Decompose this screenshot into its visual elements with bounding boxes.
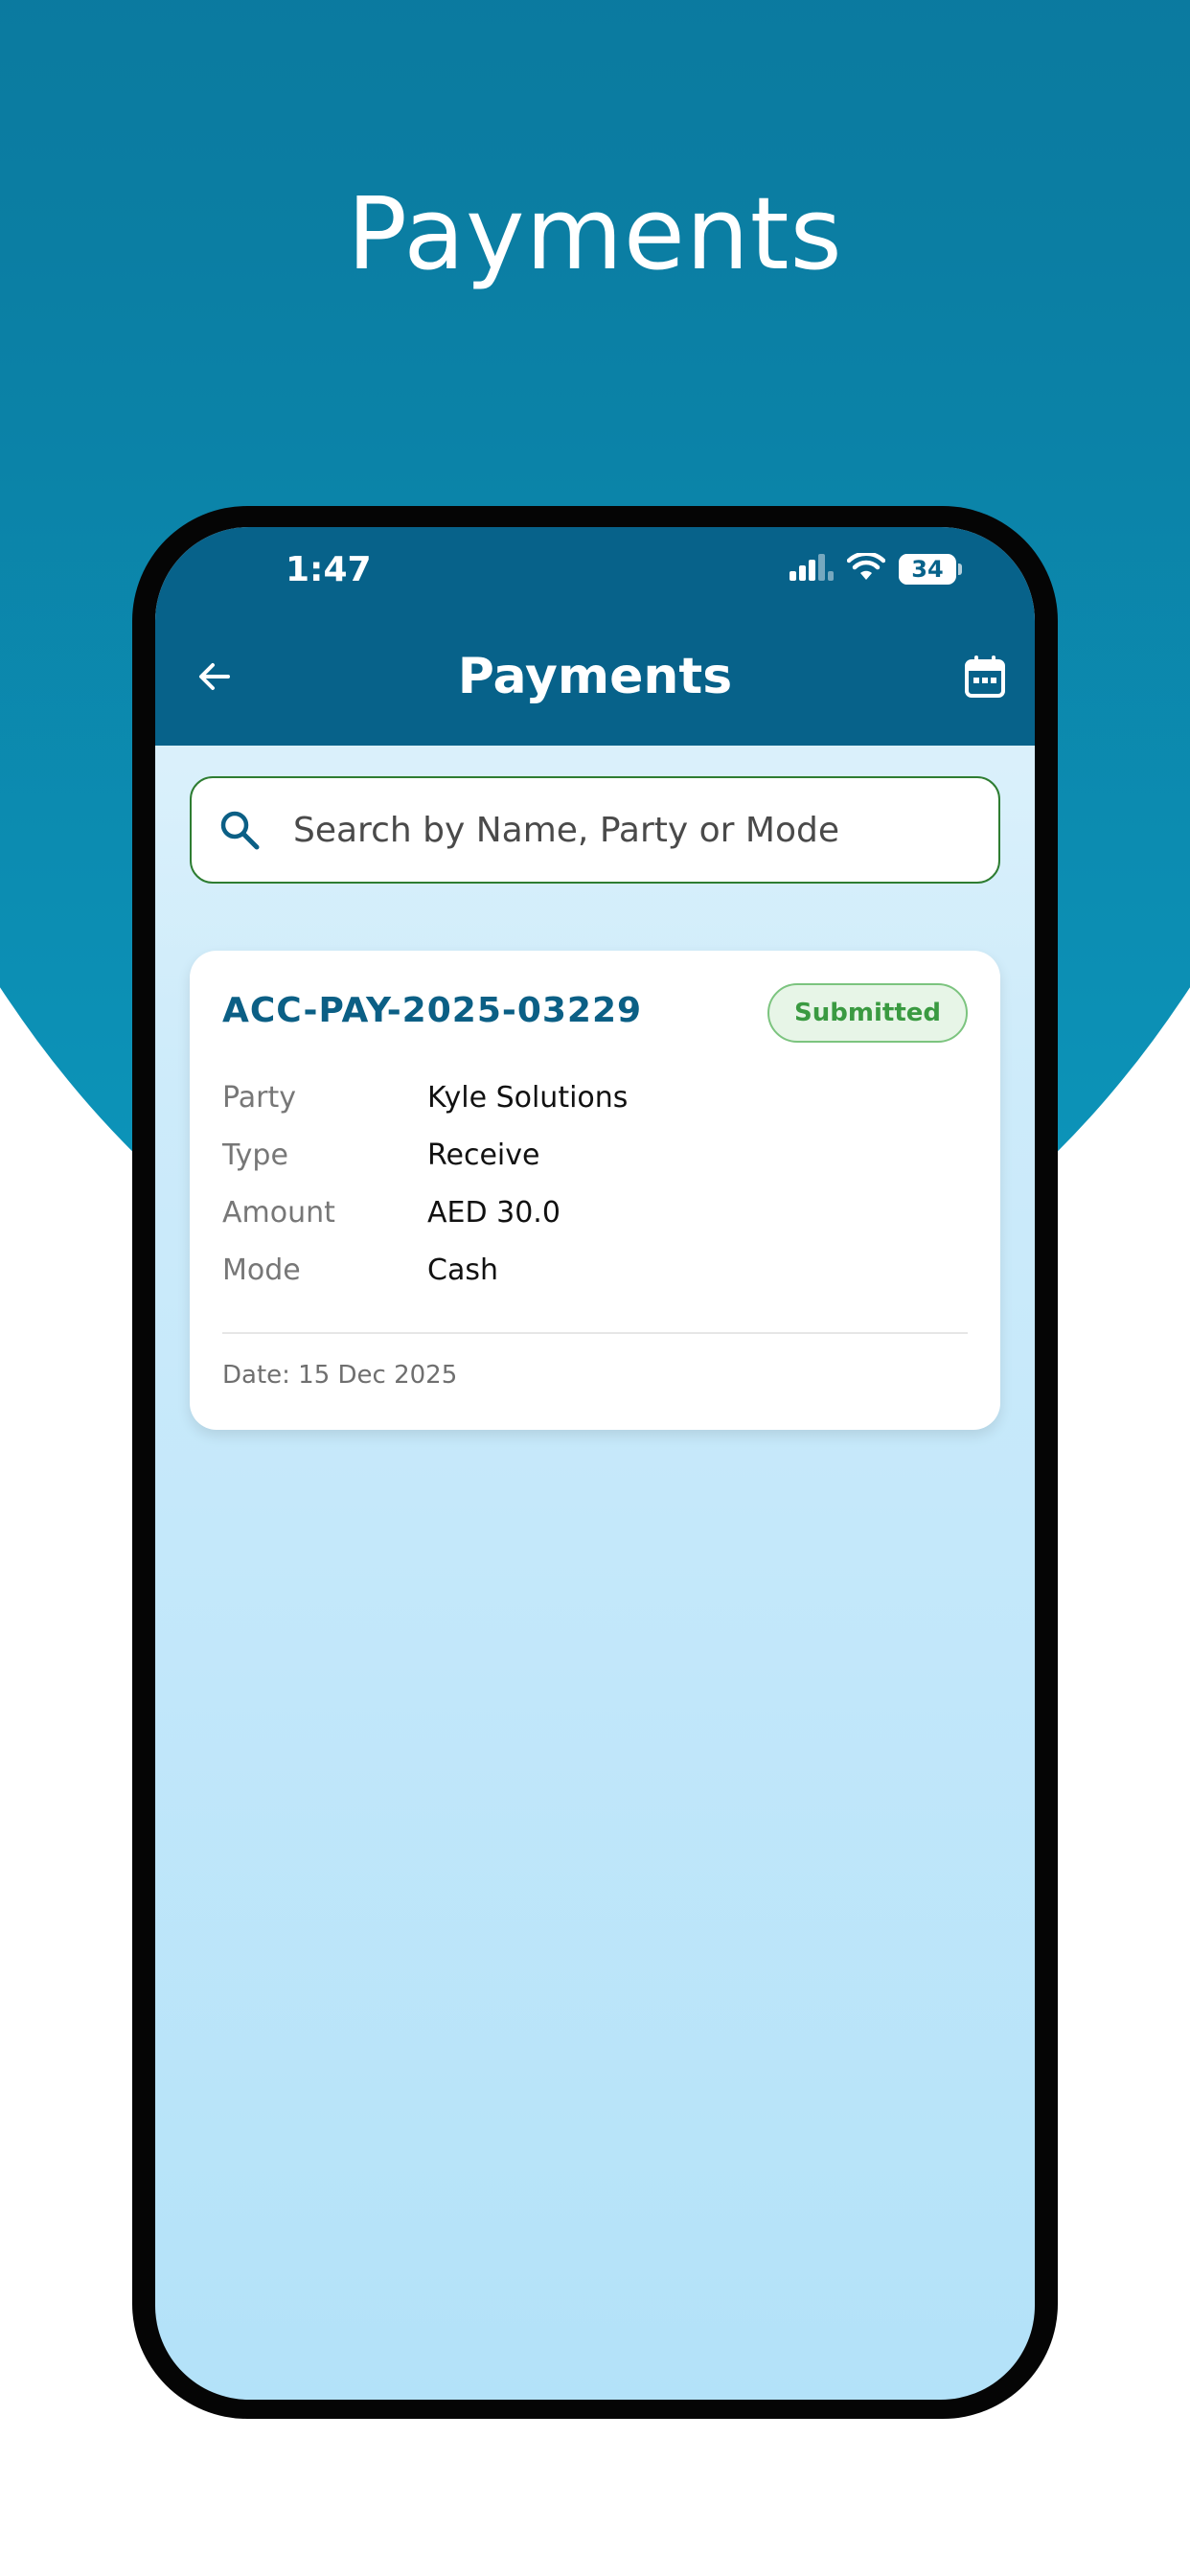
- detail-label: Type: [222, 1138, 288, 1172]
- detail-row-amount: Amount AED 30.0: [222, 1188, 970, 1236]
- payment-date: Date: 15 Dec 2025: [222, 1361, 458, 1390]
- search-icon: [217, 807, 263, 853]
- promo-canvas: Payments 1:47 34 Payments Search by Name…: [0, 0, 1190, 2576]
- search-input[interactable]: [291, 809, 966, 851]
- detail-label: Mode: [222, 1253, 301, 1287]
- page-title: Payments: [457, 648, 733, 705]
- detail-label: Amount: [222, 1195, 335, 1230]
- card-divider: [222, 1332, 968, 1334]
- promo-title: Payments: [347, 175, 843, 292]
- battery-icon: 34: [899, 554, 962, 585]
- calendar-icon: [964, 655, 1006, 703]
- status-badge: Submitted: [767, 983, 968, 1043]
- payment-id: ACC-PAY-2025-03229: [222, 991, 643, 1030]
- detail-row-type: Type Receive: [222, 1131, 970, 1179]
- detail-value: Kyle Solutions: [427, 1080, 629, 1115]
- status-icons: 34: [790, 550, 962, 588]
- battery-level: 34: [911, 556, 944, 583]
- payment-card[interactable]: ACC-PAY-2025-03229 Submitted Party Kyle …: [190, 951, 1000, 1430]
- phone-screen: 1:47 34 Payments Search by Name, Party o…: [155, 527, 1035, 2400]
- detail-value: Receive: [427, 1138, 540, 1172]
- cellular-signal-icon: [790, 553, 834, 586]
- app-header: 1:47 34 Payments: [155, 527, 1035, 746]
- wifi-icon: [846, 551, 886, 586]
- search-bar: [190, 776, 1000, 884]
- calendar-button[interactable]: [958, 652, 1012, 705]
- status-time: 1:47: [286, 550, 372, 589]
- detail-row-party: Party Kyle Solutions: [222, 1073, 970, 1121]
- detail-value: Cash: [427, 1253, 498, 1287]
- phone-frame: 1:47 34 Payments Search by Name, Party o…: [132, 506, 1058, 2419]
- detail-row-mode: Mode Cash: [222, 1246, 970, 1294]
- detail-label: Party: [222, 1080, 296, 1115]
- nav-bar: Payments: [155, 640, 1035, 717]
- detail-value: AED 30.0: [427, 1195, 561, 1230]
